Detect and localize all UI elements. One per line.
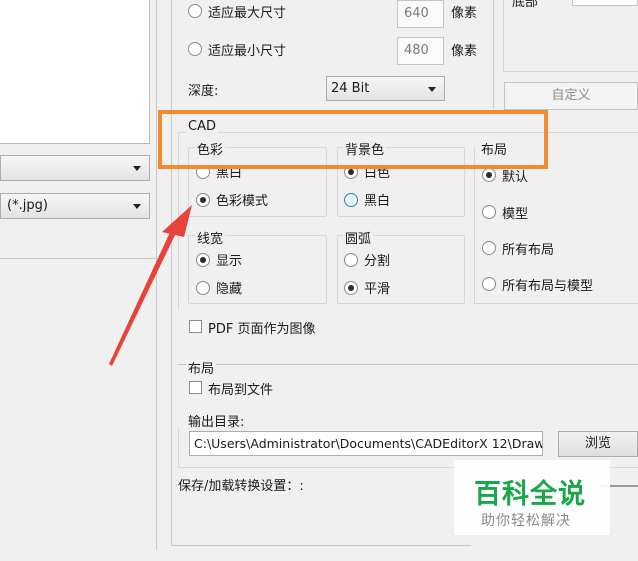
- arc-smooth-radio[interactable]: [344, 281, 358, 295]
- watermark-subtitle: 助你轻松解决: [481, 513, 571, 529]
- save-load-settings-label: 保存/加载转换设置：:: [178, 479, 304, 494]
- output-label: 输出目录:: [186, 411, 247, 430]
- pdf-as-image-label: PDF 页面作为图像: [208, 322, 316, 337]
- annotation-arrow-icon: [109, 205, 192, 366]
- margins-group-frame: [503, 0, 638, 72]
- line-width-show-label: 显示: [216, 254, 243, 269]
- arc-smooth-label: 平滑: [364, 282, 391, 297]
- fit-max-unit: 像素: [451, 6, 478, 21]
- depth-value: 24 Bit: [331, 81, 370, 96]
- layout-all-radio[interactable]: [482, 241, 496, 255]
- arc-split-radio[interactable]: [344, 253, 358, 267]
- layout-default-radio[interactable]: [482, 168, 496, 182]
- highlight-box: [158, 110, 548, 169]
- fit-max-input[interactable]: 640: [397, 0, 444, 28]
- layout-model-radio[interactable]: [482, 205, 496, 219]
- layout-to-file-checkbox[interactable]: [189, 381, 202, 394]
- arc-split-label: 分割: [364, 254, 391, 269]
- line-width-hide-label: 隐藏: [216, 282, 243, 297]
- color-mode-label: 色彩模式: [216, 194, 269, 209]
- background-bw-label: 黑白: [364, 194, 391, 209]
- custom-button[interactable]: 自定义: [504, 82, 638, 110]
- fit-max-label: 适应最大尺寸: [208, 6, 287, 21]
- layout-all-model-radio[interactable]: [482, 277, 496, 291]
- background-bw-radio[interactable]: [344, 193, 358, 207]
- watermark: 百科全说 助你轻松解决: [454, 460, 610, 535]
- format-combo-value: (*.jpg): [7, 198, 48, 213]
- browse-button[interactable]: 浏览: [558, 431, 638, 457]
- depth-select[interactable]: 24 Bit: [326, 76, 445, 101]
- fit-max-radio[interactable]: [188, 4, 202, 18]
- depth-label: 深度:: [188, 84, 219, 99]
- layout-section-line: [178, 364, 638, 365]
- output-path-input[interactable]: C:\Users\Administrator\Documents\CADEdit…: [189, 431, 543, 456]
- chevron-down-icon: [133, 166, 141, 171]
- chevron-down-icon: [428, 86, 436, 92]
- layout-all-label: 所有布局: [502, 243, 555, 258]
- layout-to-file-label: 布局到文件: [208, 383, 274, 398]
- fit-min-input[interactable]: 480: [397, 37, 444, 65]
- fit-min-label: 适应最小尺寸: [208, 44, 287, 59]
- layout-model-label: 模型: [502, 207, 529, 222]
- fit-min-radio[interactable]: [188, 42, 202, 56]
- fit-min-unit: 像素: [451, 44, 478, 59]
- left-combo-1[interactable]: [0, 155, 150, 181]
- settings-border-bottom: [171, 545, 471, 546]
- layout-all-model-label: 所有布局与模型: [502, 279, 594, 294]
- arc-title: 圆弧: [343, 228, 374, 247]
- preview-pane: [0, 0, 150, 144]
- image-group-right: [493, 0, 494, 108]
- watermark-title: 百科全说: [474, 479, 586, 510]
